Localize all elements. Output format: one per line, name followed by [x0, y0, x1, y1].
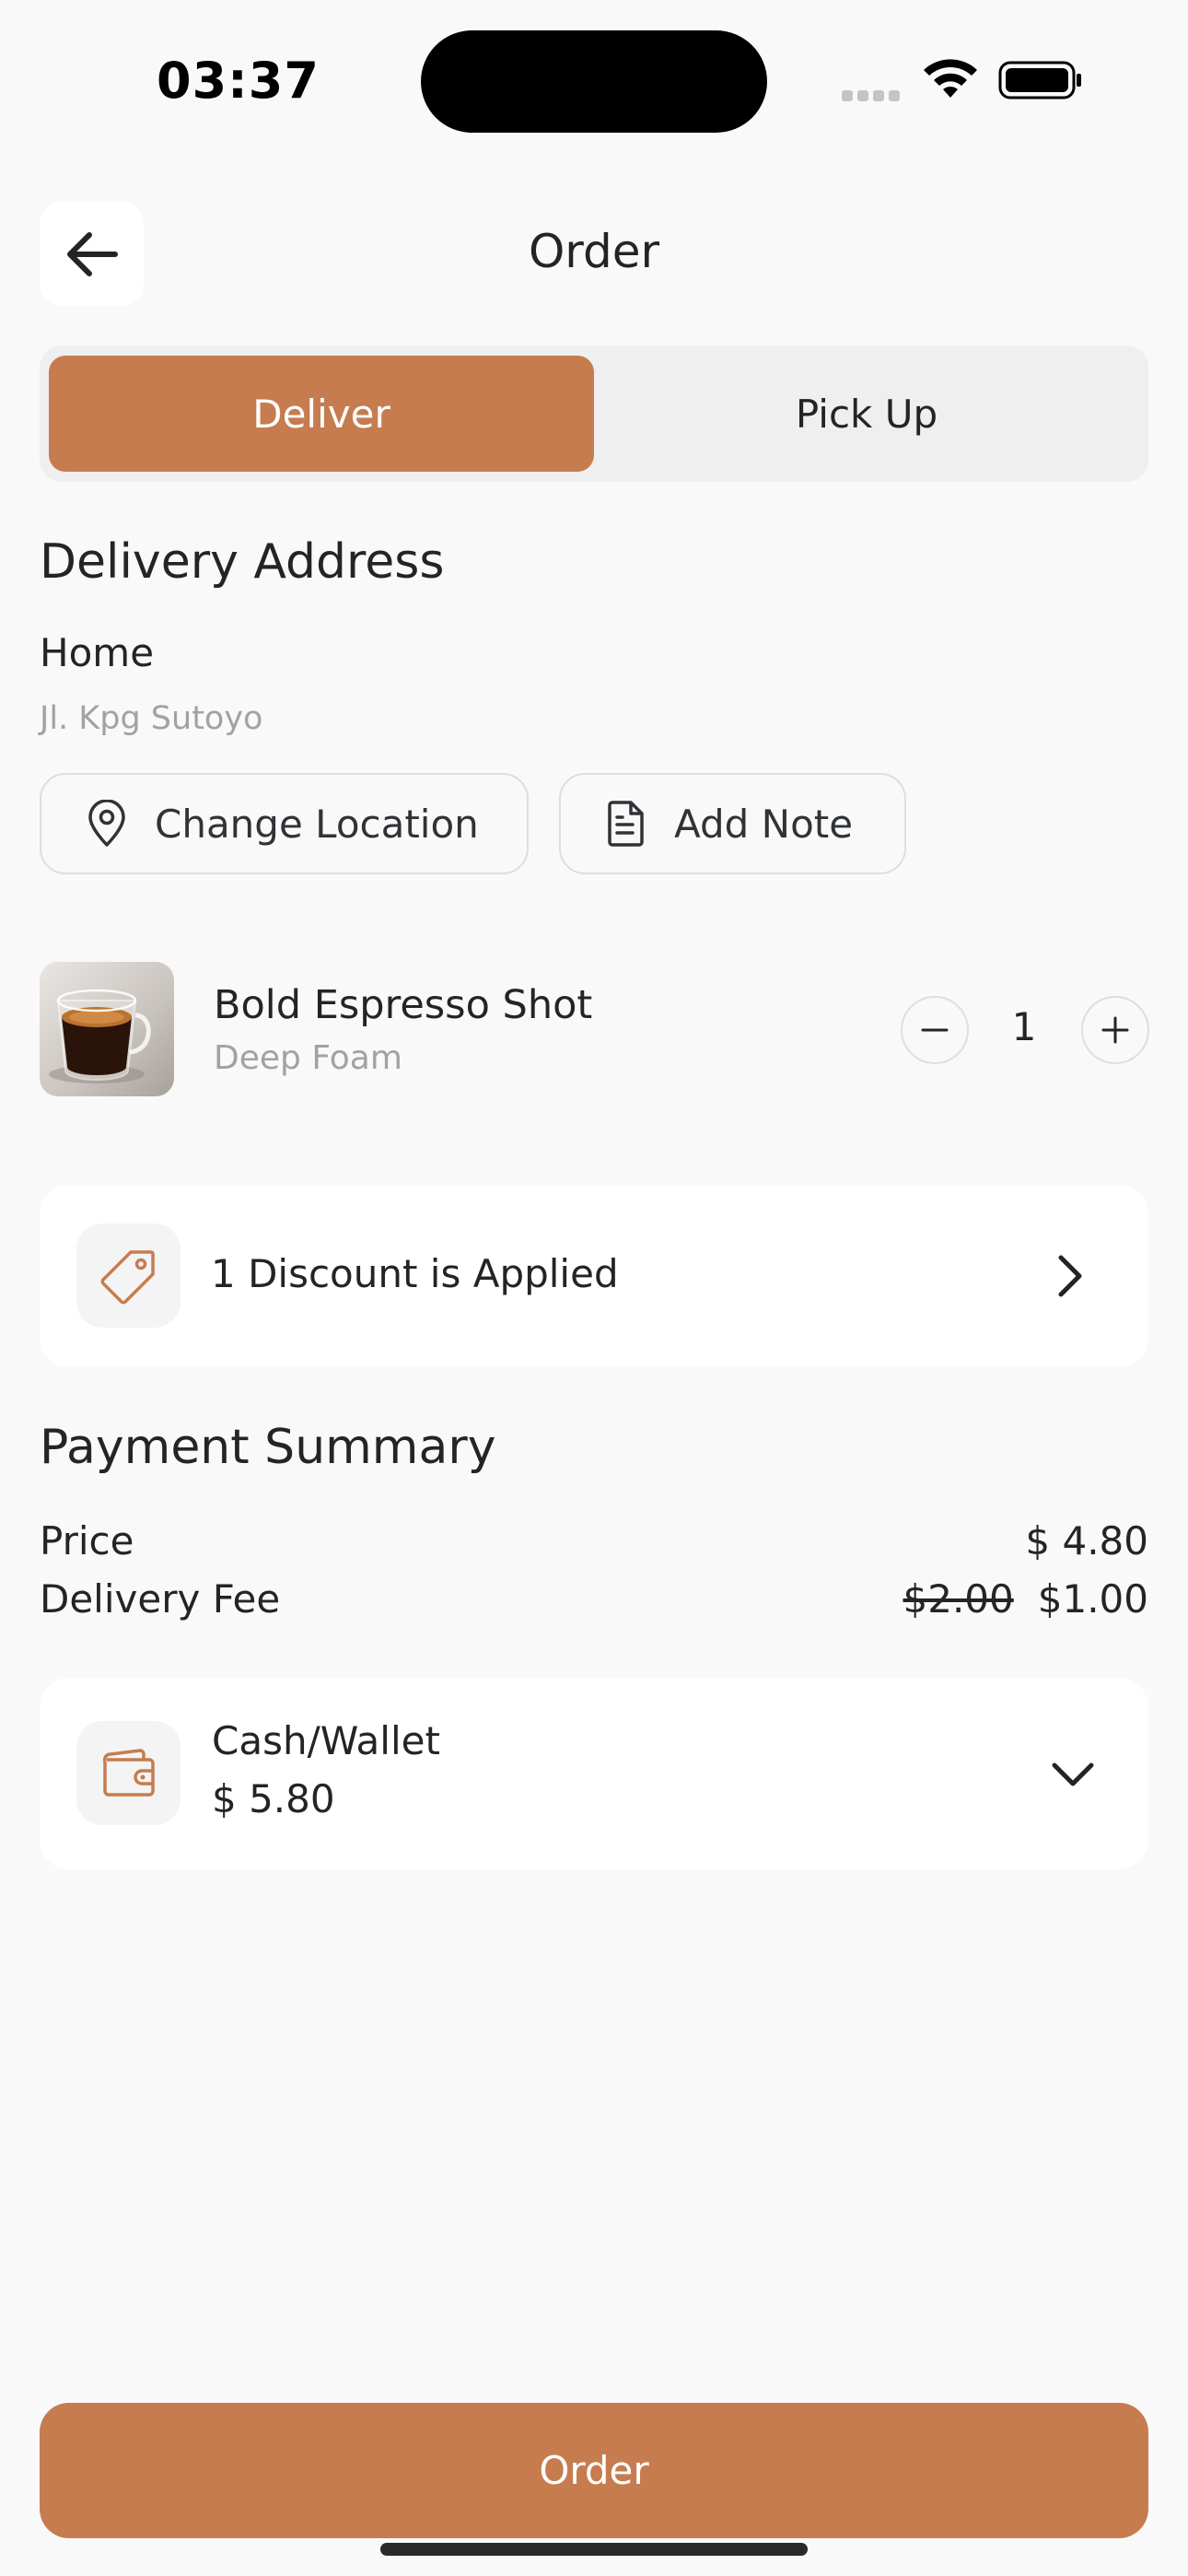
battery-icon	[998, 61, 1081, 100]
payment-method-amount: $ 5.80	[212, 1776, 335, 1821]
wallet-icon	[76, 1721, 181, 1825]
add-note-button[interactable]: Add Note	[559, 773, 906, 874]
minus-icon	[921, 1028, 949, 1032]
status-bar: 03:37	[0, 0, 1188, 157]
discount-card[interactable]: 1 Discount is Applied	[40, 1185, 1148, 1367]
page-title: Order	[528, 225, 660, 278]
delivery-fee-original: $2.00	[903, 1576, 1014, 1622]
tab-pick-up[interactable]: Pick Up	[594, 356, 1139, 472]
increase-quantity-button[interactable]	[1081, 996, 1149, 1064]
change-location-button[interactable]: Change Location	[40, 773, 529, 874]
delivery-mode-toggle: Deliver Pick Up	[40, 345, 1148, 482]
delivery-fee-label: Delivery Fee	[40, 1576, 281, 1622]
item-name: Bold Espresso Shot	[214, 982, 593, 1028]
chevron-down-icon[interactable]	[1051, 1761, 1095, 1788]
quantity-value: 1	[1011, 1004, 1037, 1049]
price-value: $ 4.80	[1025, 1518, 1148, 1563]
price-label: Price	[40, 1518, 134, 1563]
item-variant: Deep Foam	[214, 1039, 402, 1077]
decrease-quantity-button[interactable]	[901, 996, 969, 1064]
status-time: 03:37	[157, 52, 320, 110]
address-label: Home	[40, 630, 155, 675]
tab-deliver[interactable]: Deliver	[49, 356, 594, 472]
address-detail: Jl. Kpg Sutoyo	[40, 700, 263, 737]
discount-label: 1 Discount is Applied	[211, 1251, 619, 1296]
plus-icon	[1101, 1016, 1129, 1044]
cellular-signal-icon	[842, 88, 906, 101]
change-location-label: Change Location	[155, 801, 479, 847]
order-screen: 03:37 Order Deliver Pick Up Delivery Add…	[0, 0, 1188, 2576]
home-indicator	[380, 2543, 808, 2556]
order-button[interactable]: Order	[40, 2403, 1148, 2538]
note-document-icon	[602, 800, 650, 848]
payment-method-name: Cash/Wallet	[212, 1718, 440, 1763]
dynamic-island	[421, 30, 767, 133]
payment-method-card[interactable]: Cash/Wallet $ 5.80	[40, 1678, 1148, 1869]
delivery-fee-value: $1.00	[1037, 1576, 1148, 1622]
chevron-right-icon	[1058, 1255, 1082, 1297]
wifi-icon	[924, 59, 977, 98]
delivery-address-title: Delivery Address	[40, 534, 445, 590]
payment-summary-title: Payment Summary	[40, 1420, 496, 1475]
add-note-label: Add Note	[674, 801, 854, 847]
item-image-espresso	[40, 962, 174, 1096]
delivery-fee-value-group: $2.00 $1.00	[903, 1576, 1149, 1622]
discount-tag-icon	[76, 1224, 181, 1328]
location-pin-icon	[83, 800, 131, 848]
